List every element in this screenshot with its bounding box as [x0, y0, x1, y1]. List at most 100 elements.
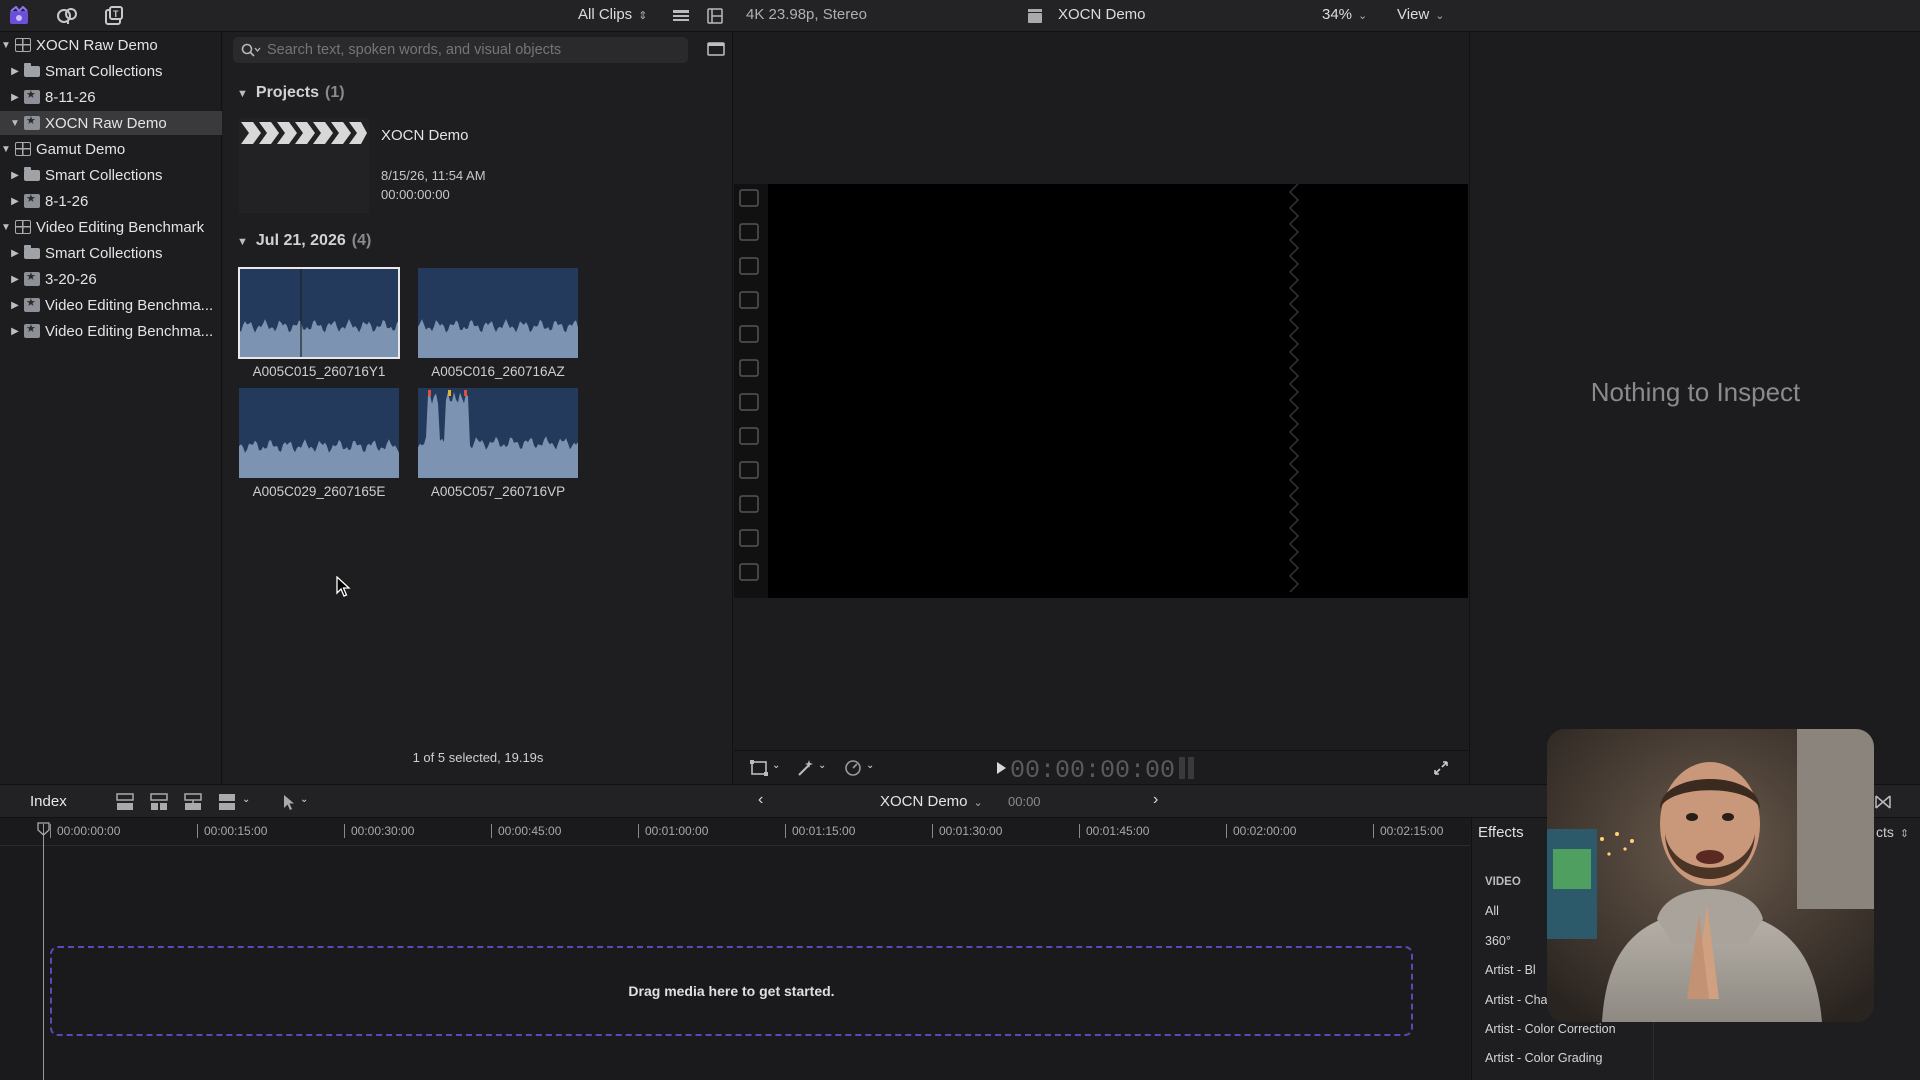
clip-name: A005C057_260716VP	[430, 484, 566, 499]
timeline-project-dropdown[interactable]: XOCN Demo ⌄	[880, 793, 983, 810]
playhead-marker-icon[interactable]	[37, 822, 50, 836]
clip-thumbnail[interactable]	[239, 388, 399, 478]
clip-thumbnail[interactable]	[238, 267, 400, 359]
inspector: Nothing to Inspect	[1469, 32, 1920, 784]
sidebar-item[interactable]: ▶ Smart Collections	[0, 241, 222, 265]
disclosure-triangle-icon[interactable]: ▶	[9, 92, 21, 103]
clip-name: A005C016_260716AZ	[431, 364, 565, 379]
media-browser: ▼ Projects (1) XOCN Demo 8/15/26, 11:54 AM…	[223, 32, 733, 784]
ruler-tick: 00:02:00:00	[1226, 824, 1296, 838]
clip-item[interactable]: A005C016_260716AZ	[418, 268, 578, 379]
speed-gauge-icon[interactable]	[840, 756, 866, 780]
chevron-down-icon[interactable]: ⌄	[772, 760, 780, 771]
disclosure-triangle-icon[interactable]: ▼	[9, 118, 21, 129]
clip-thumbnail[interactable]	[418, 388, 578, 478]
project-thumbnail[interactable]	[239, 118, 369, 213]
effects-category-item[interactable]: Artist - Color Grading	[1472, 1044, 1653, 1073]
clip-thumbnail[interactable]	[418, 268, 578, 358]
zoom-value: 34%	[1322, 6, 1353, 23]
sidebar-item[interactable]: ▶ 8-1-26	[0, 189, 222, 213]
filter-window-icon[interactable]	[703, 37, 729, 61]
event-icon	[24, 322, 40, 338]
chevron-down-icon[interactable]: ⌄	[818, 760, 826, 771]
chevron-down-icon[interactable]: ⌄	[242, 794, 250, 805]
view-menu[interactable]: View ⌄	[1397, 6, 1444, 23]
photos-music-icon[interactable]	[54, 4, 80, 28]
sidebar-item[interactable]: ▼ Video Editing Benchmark	[0, 215, 222, 239]
selection-status: 1 of 5 selected, 19.19s	[412, 750, 544, 765]
search-field[interactable]	[233, 37, 688, 63]
sidebar-item-label: 8-1-26	[45, 192, 89, 210]
sidebar-item[interactable]: ▶ 3-20-26	[0, 267, 222, 291]
sidebar-item-label: Video Editing Benchma...	[45, 322, 214, 340]
viewer-timecode[interactable]: 00:00:00:00	[1010, 756, 1175, 785]
libraries-icon[interactable]	[6, 4, 32, 28]
history-forward-icon[interactable]: ›	[1153, 791, 1158, 809]
disclosure-triangle-icon[interactable]: ▼	[237, 88, 248, 100]
enhance-wand-icon[interactable]	[792, 756, 818, 780]
sidebar-item[interactable]: ▶ Smart Collections	[0, 163, 222, 187]
effects-title: Effects	[1478, 824, 1524, 841]
folder-icon	[24, 166, 40, 181]
timeline-ruler[interactable]: 00:00:00:00 00:00:15:00 00:00:30:00 00:00:4…	[0, 818, 1470, 846]
project-name[interactable]: XOCN Demo	[381, 127, 469, 144]
view-label: View	[1397, 6, 1430, 23]
disclosure-triangle-icon[interactable]: ▶	[9, 300, 21, 311]
ruler-tick: 00:00:00:00	[50, 824, 120, 838]
chevron-down-icon: ⌄	[1435, 10, 1445, 22]
sidebar-item[interactable]: ▶ Smart Collections	[0, 59, 222, 83]
ruler-tick: 00:00:15:00	[197, 824, 267, 838]
connect-clip-icon[interactable]	[112, 790, 138, 814]
clip-filter-dropdown[interactable]: All Clips ⇕	[578, 6, 647, 23]
projects-section-header[interactable]: ▼ Projects (1)	[237, 84, 345, 102]
chevron-down-icon[interactable]: ⌄	[300, 794, 308, 805]
audio-waveform-icon	[418, 390, 578, 478]
disclosure-triangle-icon[interactable]: ▶	[9, 274, 21, 285]
disclosure-triangle-icon[interactable]: ▶	[9, 248, 21, 259]
titles-generators-icon[interactable]: T	[101, 4, 127, 28]
folder-icon	[24, 62, 40, 77]
disclosure-triangle-icon[interactable]: ▼	[0, 222, 12, 233]
sidebar-item[interactable]: ▼ XOCN Raw Demo	[0, 111, 222, 135]
zoom-dropdown[interactable]: 34% ⌄	[1322, 6, 1367, 23]
history-back-icon[interactable]: ‹	[758, 791, 763, 809]
fullscreen-icon[interactable]	[1428, 756, 1454, 780]
viewer-canvas	[734, 183, 1468, 598]
project-duration: 00:00:00:00	[381, 187, 450, 202]
chevron-down-icon[interactable]: ⌄	[866, 760, 874, 771]
sidebar-item[interactable]: ▼ XOCN Raw Demo	[0, 33, 222, 57]
disclosure-triangle-icon[interactable]: ▼	[0, 40, 12, 51]
list-view-icon[interactable]	[668, 4, 694, 28]
sidebar-item-label: Video Editing Benchmark	[36, 218, 205, 236]
ruler-tick: 00:01:00:00	[638, 824, 708, 838]
effects-filter-dropdown[interactable]: cts ⇕	[1876, 824, 1909, 840]
select-tool-icon[interactable]	[276, 790, 302, 814]
search-input[interactable]	[267, 42, 687, 58]
sidebar-item[interactable]: ▶ Video Editing Benchma...	[0, 319, 222, 343]
clip-item[interactable]: A005C015_260716Y1	[238, 267, 400, 379]
overwrite-clip-icon[interactable]	[214, 790, 240, 814]
disclosure-triangle-icon[interactable]: ▶	[9, 170, 21, 181]
sidebar-item[interactable]: ▶ Video Editing Benchma...	[0, 293, 222, 317]
sidebar-item[interactable]: ▶ 8-11-26	[0, 85, 222, 109]
transform-icon[interactable]	[746, 756, 772, 780]
event-icon	[24, 296, 40, 312]
filmstrip-edge-graphic	[734, 183, 1300, 598]
clip-item[interactable]: A005C057_260716VP	[418, 388, 578, 499]
sidebar-item-label: Smart Collections	[45, 244, 163, 262]
playhead[interactable]	[43, 824, 44, 1080]
disclosure-triangle-icon[interactable]: ▼	[0, 144, 12, 155]
clip-filter-label: All Clips	[578, 6, 633, 23]
index-button[interactable]: Index	[30, 793, 67, 810]
append-clip-icon[interactable]	[180, 790, 206, 814]
date-section-header[interactable]: ▼ Jul 21, 2026 (4)	[237, 232, 371, 250]
filmstrip-view-icon[interactable]	[702, 4, 728, 28]
disclosure-triangle-icon[interactable]: ▶	[9, 66, 21, 77]
disclosure-triangle-icon[interactable]: ▼	[237, 236, 248, 248]
insert-clip-icon[interactable]	[146, 790, 172, 814]
disclosure-triangle-icon[interactable]: ▶	[9, 196, 21, 207]
clip-item[interactable]: A005C029_2607165E	[239, 388, 399, 499]
disclosure-triangle-icon[interactable]: ▶	[9, 326, 21, 337]
timeline-drop-zone[interactable]: Drag media here to get started.	[50, 946, 1413, 1036]
sidebar-item[interactable]: ▼ Gamut Demo	[0, 137, 222, 161]
